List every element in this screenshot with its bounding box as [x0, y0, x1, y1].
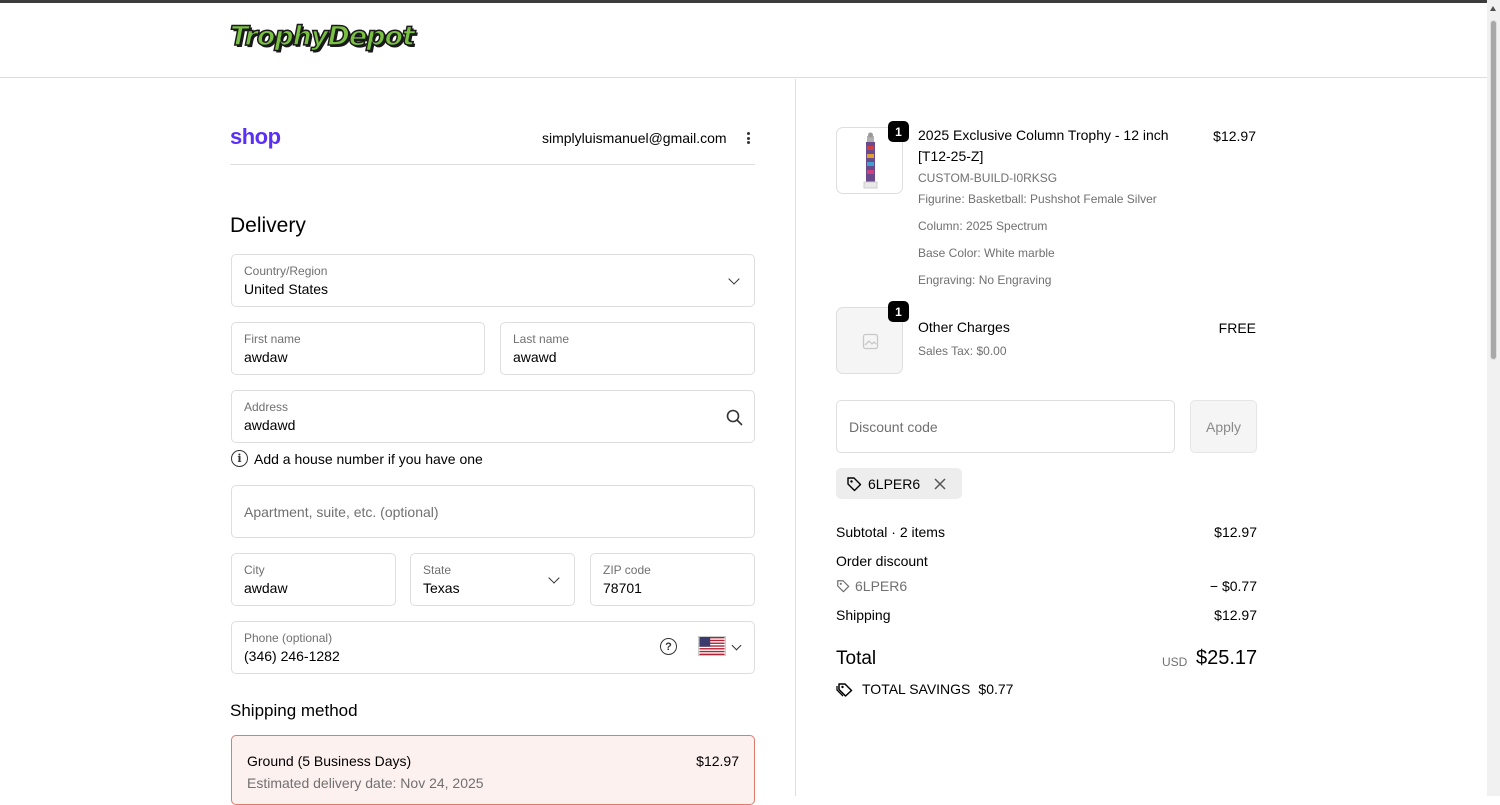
apartment-field[interactable]: Apartment, suite, etc. (optional) — [231, 485, 755, 538]
shipping-method-title: Shipping method — [230, 701, 358, 720]
discount-code-input[interactable]: Discount code — [836, 400, 1175, 453]
total-savings: TOTAL SAVINGS $0.77 — [836, 681, 1013, 697]
shipping-option-price: $12.97 — [696, 753, 739, 769]
address-value: awdawd — [244, 417, 296, 433]
account-divider — [230, 164, 755, 165]
order-discount-row: Order discount — [836, 553, 1257, 569]
search-icon[interactable] — [726, 409, 743, 426]
state-select[interactable]: State Texas — [410, 553, 575, 606]
delivery-title: Delivery — [230, 214, 306, 237]
total-value: $25.17 — [1196, 647, 1258, 669]
total-label: Total — [836, 648, 877, 669]
shipping-option-name: Ground (5 Business Days) — [247, 753, 412, 769]
state-value: Texas — [423, 580, 460, 596]
site-header: TrophyDepot — [0, 3, 1487, 78]
subtotal-row: Subtotal · 2 items $12.97 — [836, 524, 1257, 540]
apartment-placeholder: Apartment, suite, etc. (optional) — [244, 504, 439, 520]
item-option: Engraving: No Engraving — [918, 273, 1052, 287]
shipping-value: $12.97 — [1214, 607, 1257, 623]
country-code-chevron-icon[interactable] — [731, 640, 742, 651]
us-flag-icon[interactable] — [698, 636, 726, 656]
discount-code-label: 6LPER6 — [855, 578, 908, 594]
savings-label: TOTAL SAVINGS — [862, 681, 971, 697]
first-name-value: awdaw — [244, 349, 288, 365]
last-name-label: Last name — [513, 332, 570, 346]
item-sku: CUSTOM-BUILD-I0RKSG — [918, 171, 1058, 185]
savings-value: $0.77 — [978, 681, 1014, 697]
applied-discount-chip: 6LPER6 — [836, 468, 963, 499]
discount-placeholder: Discount code — [849, 419, 938, 435]
shipping-label: Shipping — [836, 607, 891, 623]
account-menu-icon[interactable] — [741, 130, 755, 146]
country-value: United States — [244, 281, 329, 297]
item-option: Figurine: Basketball: Pushshot Female Si… — [918, 192, 1157, 206]
remove-discount-icon[interactable] — [932, 476, 948, 492]
shipping-option-ground[interactable]: Ground (5 Business Days) $12.97 Estimate… — [231, 735, 755, 805]
item-meta: Sales Tax: $0.00 — [918, 344, 1007, 358]
zip-value: 78701 — [603, 580, 642, 596]
address-hint-text: Add a house number if you have one — [254, 450, 483, 467]
subtotal-value: $12.97 — [1214, 524, 1257, 540]
first-name-label: First name — [244, 332, 301, 346]
scroll-up-arrow-icon[interactable] — [1490, 6, 1496, 11]
help-icon[interactable]: ? — [660, 638, 677, 655]
total-currency: USD — [1162, 655, 1188, 669]
discount-detail-row: 6LPER6 − $0.77 — [836, 578, 1257, 594]
shop-pay-logo: shop — [230, 124, 281, 149]
info-icon: i — [231, 450, 248, 467]
order-discount-label: Order discount — [836, 553, 928, 569]
discount-value: − $0.77 — [1209, 578, 1257, 594]
zip-label: ZIP code — [603, 563, 651, 577]
item-quantity-badge: 1 — [888, 301, 909, 322]
phone-value: (346) 246-1282 — [244, 648, 340, 664]
scrollbar-thumb[interactable] — [1490, 20, 1497, 360]
chevron-down-icon — [728, 273, 740, 285]
item-option: Column: 2025 Spectrum — [918, 219, 1048, 233]
item-price: $12.97 — [1213, 128, 1256, 144]
address-hint: i Add a house number if you have one — [231, 450, 483, 467]
city-field[interactable]: City awdaw — [231, 553, 396, 606]
item-title: 2025 Exclusive Column Trophy - 12 inch [… — [918, 127, 1169, 164]
chevron-down-icon — [548, 572, 560, 584]
item-title: Other Charges — [918, 319, 1010, 335]
savings-tag-icon — [836, 683, 853, 697]
shipping-option-eta: Estimated delivery date: Nov 24, 2025 — [247, 775, 484, 791]
item-price: FREE — [1218, 320, 1256, 336]
address-label: Address — [244, 400, 289, 414]
page-scrollbar[interactable] — [1487, 0, 1500, 796]
state-label: State — [423, 563, 452, 577]
country-label: Country/Region — [244, 264, 328, 278]
subtotal-label: Subtotal · 2 items — [836, 524, 945, 540]
zip-field[interactable]: ZIP code 78701 — [590, 553, 755, 606]
last-name-field[interactable]: Last name awawd — [500, 322, 755, 375]
phone-label: Phone (optional) — [244, 631, 333, 645]
trophydepot-logo[interactable]: TrophyDepot — [229, 20, 415, 53]
item-option: Base Color: White marble — [918, 246, 1055, 260]
item-quantity-badge: 1 — [888, 121, 909, 142]
address-field[interactable]: Address awdawd — [231, 390, 755, 443]
apply-discount-button[interactable]: Apply — [1190, 400, 1257, 453]
shipping-row: Shipping $12.97 — [836, 607, 1257, 623]
tag-icon — [837, 580, 850, 593]
last-name-value: awawd — [513, 349, 557, 365]
city-value: awdaw — [244, 580, 288, 596]
tag-icon — [847, 476, 862, 491]
account-email: simplyluismanuel@gmail.com — [542, 130, 727, 146]
city-label: City — [244, 563, 265, 577]
country-select[interactable]: Country/Region United States — [231, 254, 755, 307]
applied-code-text: 6LPER6 — [868, 475, 921, 492]
image-placeholder-icon — [862, 333, 879, 350]
first-name-field[interactable]: First name awdaw — [231, 322, 485, 375]
